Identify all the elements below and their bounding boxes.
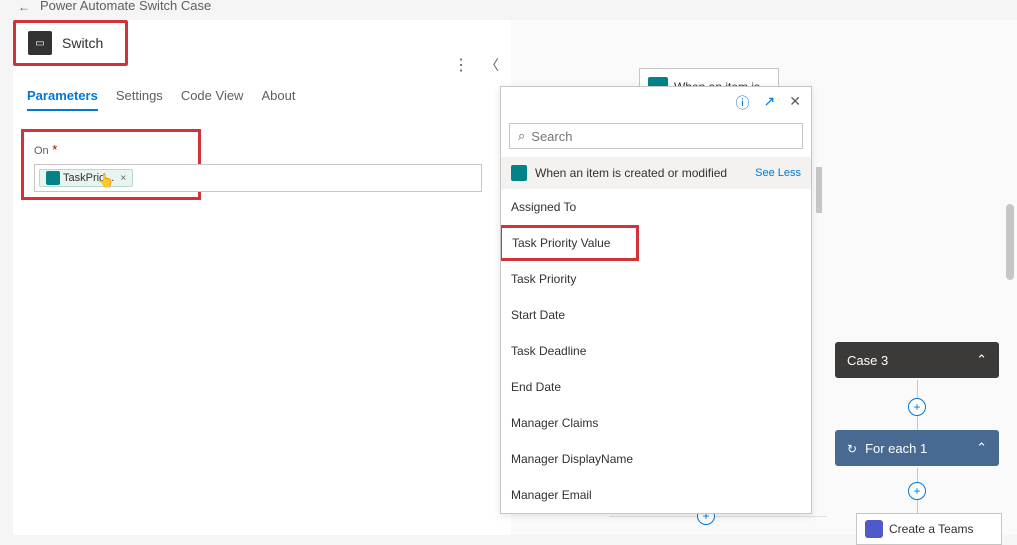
expand-icon[interactable]: ↗ (764, 93, 776, 113)
close-icon[interactable]: ✕ (789, 93, 801, 113)
add-action-button[interactable]: + (908, 398, 926, 416)
category-label: When an item is created or modified (535, 166, 727, 180)
collapse-icon[interactable]: 〈 (485, 55, 499, 75)
foreach-label: For each 1 (865, 441, 927, 456)
bottom-line (609, 516, 827, 517)
loop-icon (847, 441, 857, 456)
tab-settings[interactable]: Settings (116, 88, 163, 111)
search-box[interactable]: ⌕ (509, 123, 803, 149)
see-less-link[interactable]: See Less (755, 167, 801, 179)
connector-line (917, 500, 918, 514)
cursor-icon: 👆 (97, 172, 114, 189)
chip-remove-icon[interactable]: × (120, 173, 126, 184)
dyn-item-managerclaims[interactable]: Manager Claims (501, 405, 811, 441)
connector-line (917, 416, 918, 430)
dyn-item-managerdisplayname[interactable]: Manager DisplayName (501, 441, 811, 477)
tab-codeview[interactable]: Code View (181, 88, 244, 111)
add-action-button[interactable]: + (908, 482, 926, 500)
tab-parameters[interactable]: Parameters (27, 88, 98, 111)
case-label: Case 3 (847, 353, 888, 368)
back-arrow-icon[interactable]: ← (18, 0, 30, 14)
chevron-up-icon: ⌃ (976, 440, 987, 456)
info-icon[interactable]: ⓘ (736, 93, 750, 113)
teams-label: Create a Teams (889, 522, 974, 536)
required-asterisk: * (49, 142, 58, 157)
teams-card[interactable]: Create a Teams (856, 513, 1002, 545)
tabs: Parameters Settings Code View About (27, 88, 511, 111)
dyn-item-enddate[interactable]: End Date (501, 369, 811, 405)
switch-icon: ▭ (28, 31, 52, 55)
dyn-item-taskdeadline[interactable]: Task Deadline (501, 333, 811, 369)
sharepoint-chip-icon (46, 171, 60, 185)
header-actions: ⋮ 〈 (453, 55, 499, 75)
teams-icon (865, 520, 883, 538)
page-title: Power Automate Switch Case (40, 0, 211, 13)
connector-line (917, 380, 918, 398)
on-label: On (34, 145, 49, 157)
sharepoint-icon (511, 165, 527, 181)
dyn-item-taskpriorityvalue[interactable]: Task Priority Value (501, 225, 639, 261)
tab-about[interactable]: About (261, 88, 295, 111)
panel-toolbar: ⓘ ↗ ✕ (501, 87, 811, 119)
category-header[interactable]: When an item is created or modified See … (501, 157, 811, 189)
switch-action-header[interactable]: ▭ Switch (13, 20, 128, 66)
search-icon: ⌕ (518, 128, 525, 144)
switch-label: Switch (62, 35, 103, 51)
dynamic-content-panel: ⓘ ↗ ✕ ⌕ When an item is created or modif… (500, 86, 812, 514)
search-input[interactable] (531, 129, 794, 144)
connector-line (917, 468, 918, 482)
dynamic-content-list: Assigned To Task Priority Value Task Pri… (501, 189, 811, 513)
action-edit-panel: ▭ Switch ⋮ 〈 Parameters Settings Code Vi… (13, 20, 511, 535)
dyn-item-startdate[interactable]: Start Date (501, 297, 811, 333)
panel-scrollbar[interactable] (816, 167, 822, 213)
dyn-item-taskpriority[interactable]: Task Priority (501, 261, 811, 297)
scrollbar-thumb[interactable] (1006, 204, 1014, 280)
dyn-item-assignedto[interactable]: Assigned To (501, 189, 811, 225)
more-icon[interactable]: ⋮ (453, 55, 469, 75)
foreach-card[interactable]: For each 1 ⌃ (835, 430, 999, 466)
search-row: ⌕ (501, 119, 811, 157)
dyn-item-manageremail[interactable]: Manager Email (501, 477, 811, 513)
chevron-up-icon: ⌃ (976, 352, 987, 368)
token-chip[interactable]: TaskPrio... × (39, 169, 133, 187)
case-card[interactable]: Case 3 ⌃ (835, 342, 999, 378)
on-field-container: On * TaskPrio... × 👆 (21, 129, 201, 200)
